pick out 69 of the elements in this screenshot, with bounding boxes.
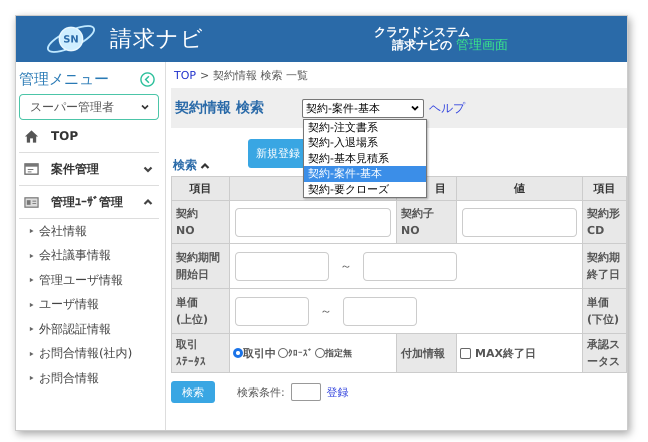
field-label: 承認ス ータス <box>587 338 620 368</box>
field-label: 単価 (上位) <box>176 296 208 326</box>
window-icon <box>24 162 39 176</box>
chevron-down-icon <box>410 103 420 113</box>
triangle-bullet-icon <box>29 375 34 382</box>
submenu-item[interactable]: 会社議事情報 <box>19 244 159 268</box>
triangle-bullet-icon <box>29 302 34 308</box>
field-label: 取引 ｽﾃｰﾀｽ <box>176 338 206 368</box>
column-header: 項目 <box>190 182 212 195</box>
field-label: 契約期間 開始日 <box>176 251 220 281</box>
column-header: 値 <box>514 182 525 195</box>
field-label: 付加情報 <box>401 346 445 360</box>
menu-title: 管理メニュー <box>19 70 109 88</box>
breadcrumb-current: 契約情報 検索 一覧 <box>213 68 308 82</box>
collapse-icon[interactable] <box>140 72 155 86</box>
page-title: 契約情報 検索 <box>175 99 265 117</box>
caret-icon <box>143 197 153 207</box>
submenu-item[interactable]: 会社情報 <box>19 219 159 244</box>
view-select[interactable]: 契約-案件-基本 <box>302 98 424 118</box>
field-label: 契約期 終了日 <box>587 251 620 281</box>
register-link[interactable]: 登録 <box>326 384 349 400</box>
column-header: 項目 <box>594 182 616 195</box>
range-separator: ～ <box>319 302 333 320</box>
radio-option[interactable]: 取引中 <box>233 346 276 360</box>
nav-item[interactable]: TOP <box>19 120 159 153</box>
breadcrumb-link[interactable]: TOP <box>174 68 196 82</box>
role-select[interactable]: スーパー管理者 <box>19 94 159 120</box>
tagline-text: クラウドシステム <box>374 26 470 39</box>
input-field[interactable] <box>235 296 309 326</box>
dropdown-option[interactable]: 契約-要クローズ <box>304 182 426 197</box>
caret-icon <box>143 164 153 174</box>
submenu-item[interactable]: お問合情報(社内) <box>19 342 159 366</box>
nav-item[interactable]: 管理ﾕｰｻﾞ管理 <box>19 186 159 219</box>
home-icon <box>24 128 39 144</box>
triangle-bullet-icon <box>29 228 34 234</box>
submenu-item[interactable]: 外部認証情報 <box>19 317 159 342</box>
range-separator: ～ <box>339 258 353 274</box>
id-card-icon <box>24 194 39 210</box>
submenu-item[interactable]: ユーザ情報 <box>19 292 159 317</box>
input-field[interactable] <box>235 208 391 236</box>
radio-option[interactable]: 指定無 <box>315 346 352 360</box>
app-title: 請求ナビ <box>110 26 204 54</box>
field-label: 契約形 CD <box>587 207 620 237</box>
condition-label: 検索条件: <box>237 384 285 400</box>
input-field[interactable] <box>363 252 457 280</box>
triangle-bullet-icon <box>29 277 34 284</box>
field-label: 契約 NO <box>176 207 198 237</box>
field-label: 単価 (下位) <box>587 296 620 326</box>
input-field[interactable] <box>235 252 329 280</box>
triangle-bullet-icon <box>29 252 34 259</box>
submenu-item[interactable]: お問合情報 <box>19 366 159 390</box>
search-toggle[interactable]: 検索 <box>173 157 210 174</box>
column-header: 目 <box>435 182 446 195</box>
help-link[interactable]: ヘルプ <box>429 100 465 116</box>
caret-icon <box>200 160 210 170</box>
field-label: 契約子 NO <box>401 207 434 237</box>
radio-option[interactable]: ｸﾛｰｽﾞ <box>278 348 313 358</box>
input-field[interactable] <box>343 296 417 326</box>
dropdown-option[interactable]: 契約-注文書系 <box>304 120 426 135</box>
triangle-bullet-icon <box>29 326 34 332</box>
input-field[interactable] <box>462 208 577 236</box>
chevron-down-icon <box>140 102 150 112</box>
submenu-item[interactable]: 管理ユーザ情報 <box>19 268 159 292</box>
nav-item[interactable]: 案件管理 <box>19 153 159 186</box>
triangle-bullet-icon <box>29 350 34 357</box>
condition-select[interactable] <box>290 383 321 401</box>
admin-label: 管理画面 <box>456 39 508 52</box>
breadcrumb-separator: > <box>200 68 210 82</box>
tagline-text: 請求ナビの <box>392 39 452 52</box>
